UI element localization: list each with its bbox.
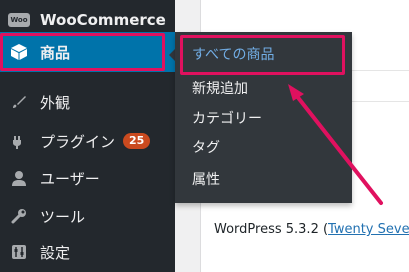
annotation-arrow xyxy=(288,84,383,205)
